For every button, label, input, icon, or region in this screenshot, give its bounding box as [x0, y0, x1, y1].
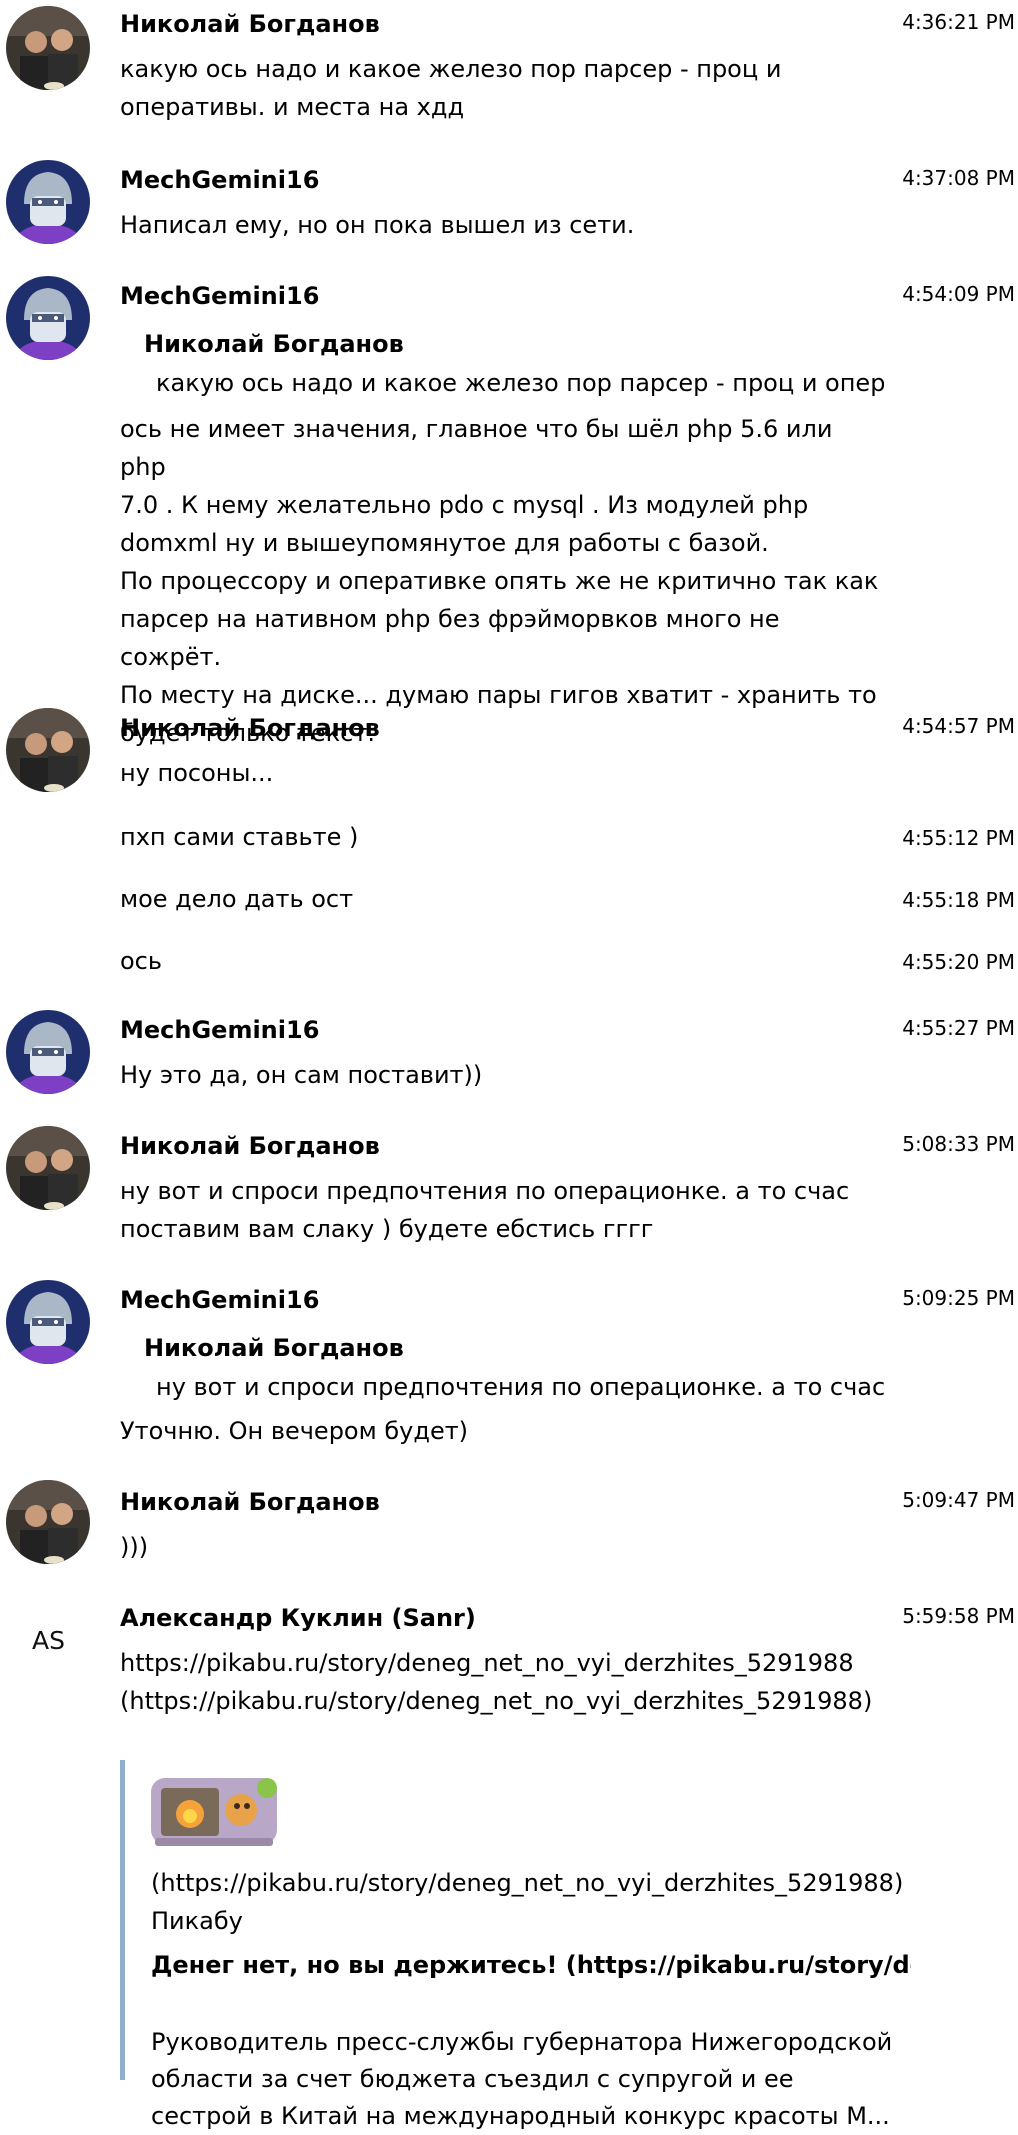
message-text: ось: [120, 947, 163, 975]
timestamp: 4:55:18 PM: [902, 888, 1015, 912]
timestamp: 4:55:12 PM: [902, 826, 1015, 850]
author-name[interactable]: MechGemini16: [120, 1014, 319, 1046]
message-text: какую ось надо и какое железо пор парсер…: [120, 55, 782, 121]
avatar-initials[interactable]: AS: [32, 1626, 65, 1655]
avatar-nikolay[interactable]: [6, 6, 90, 90]
avatar-mechgemini[interactable]: [6, 1010, 90, 1094]
avatar-mechgemini[interactable]: [6, 160, 90, 244]
timestamp: 4:55:27 PM: [902, 1016, 1015, 1040]
author-name[interactable]: MechGemini16: [120, 280, 319, 312]
author-name[interactable]: Александр Куклин (Sanr): [120, 1602, 476, 1634]
link-preview-title[interactable]: Денег нет, но вы держитесь! (https://pik…: [151, 1946, 911, 1984]
timestamp: 4:36:21 PM: [902, 10, 1015, 34]
timestamp: 5:09:47 PM: [902, 1488, 1015, 1512]
message-text: ))): [120, 1533, 149, 1561]
author-name[interactable]: MechGemini16: [120, 164, 319, 196]
message-text: Уточню. Он вечером будет): [120, 1417, 469, 1445]
message-text: мое дело дать ост: [120, 885, 354, 913]
author-name[interactable]: Николай Богданов: [120, 8, 380, 40]
message-text: ось не имеет значения, главное что бы шё…: [120, 410, 880, 752]
message-line: domxml ну и вышеупомянутое для работы с …: [120, 529, 769, 557]
message-line: 7.0 . К нему желательно pdo с mysql . Из…: [120, 491, 809, 519]
avatar-nikolay[interactable]: [6, 1480, 90, 1564]
timestamp: 4:54:09 PM: [902, 282, 1015, 306]
message-line: ось не имеет значения, главное что бы шё…: [120, 415, 833, 481]
avatar-mechgemini[interactable]: [6, 1280, 90, 1364]
quote-author: Николай Богданов: [144, 1334, 404, 1362]
timestamp: 4:55:20 PM: [902, 950, 1015, 974]
message-text: Ну это да, он сам поставит)): [120, 1061, 483, 1089]
message-link[interactable]: https://pikabu.ru/story/deneg_net_no_vyi…: [120, 1644, 880, 1720]
link-preview-thumbnail: [149, 1772, 279, 1850]
link-preview-description: Руководитель пресс-службы губернатора Ни…: [151, 2028, 893, 2130]
timestamp: 4:37:08 PM: [902, 166, 1015, 190]
link-preview-site: Пикабу: [151, 1907, 243, 1935]
timestamp: 5:59:58 PM: [902, 1604, 1015, 1628]
quote-text: ну вот и спроси предпочтения по операцио…: [156, 1373, 884, 1401]
author-name[interactable]: Николай Богданов: [120, 1130, 380, 1162]
timestamp: 5:08:33 PM: [902, 1132, 1015, 1156]
quote-text: какую ось надо и какое железо пор парсер…: [156, 369, 884, 397]
message-text: Написал ему, но он пока вышел из сети.: [120, 211, 635, 239]
message-line: По месту на диске... думаю пары гигов хв…: [120, 681, 877, 709]
message-text: ну вот и спроси предпочтения по операцио…: [120, 1177, 850, 1243]
avatar-nikolay[interactable]: [6, 708, 90, 792]
author-name[interactable]: Николай Богданов: [120, 1486, 380, 1518]
author-name[interactable]: Николай Богданов: [120, 712, 380, 744]
author-name[interactable]: MechGemini16: [120, 1284, 319, 1316]
message-text: пхп сами ставьте ): [120, 823, 359, 851]
timestamp: 5:09:25 PM: [902, 1286, 1015, 1310]
link-preview-url[interactable]: (https://pikabu.ru/story/deneg_net_no_vy…: [151, 1866, 903, 1900]
message-line: парсер на нативном php без фрэйморвков м…: [120, 605, 780, 671]
quote-author: Николай Богданов: [144, 330, 404, 358]
timestamp: 4:54:57 PM: [902, 714, 1015, 738]
avatar-nikolay[interactable]: [6, 1126, 90, 1210]
avatar-mechgemini[interactable]: [6, 276, 90, 360]
link-preview-card[interactable]: (https://pikabu.ru/story/deneg_net_no_vy…: [120, 1760, 911, 2130]
message-text: ну посоны...: [120, 759, 274, 787]
message-line: По процессору и оперативке опять же не к…: [120, 567, 879, 595]
